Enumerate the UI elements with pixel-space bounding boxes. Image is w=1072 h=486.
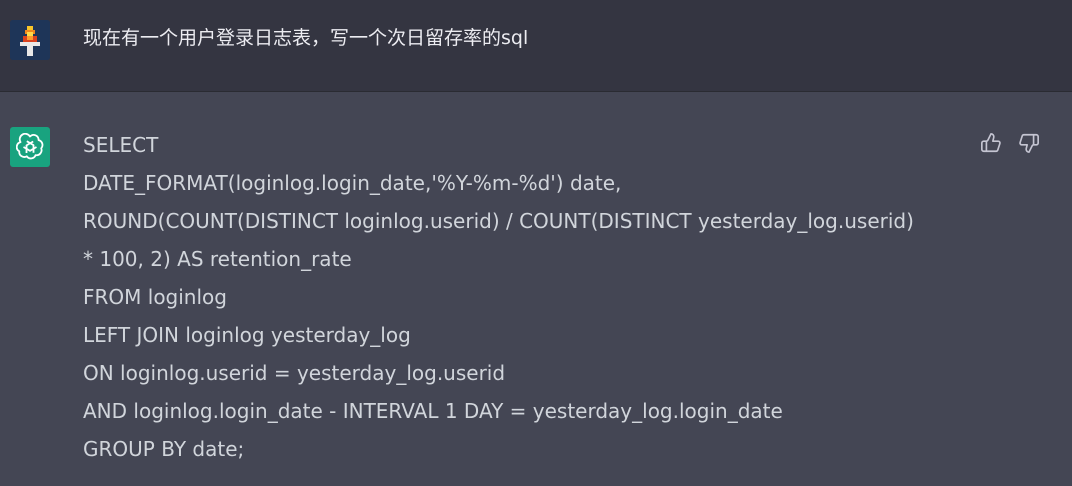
openai-logo-icon: [16, 133, 44, 160]
response-line: FROM loginlog: [83, 285, 227, 309]
response-line: ON loginlog.userid = yesterday_log.useri…: [83, 361, 506, 385]
response-line: LEFT JOIN loginlog yesterday_log: [83, 323, 411, 347]
response-line: SELECT: [83, 133, 159, 157]
user-message-text: 现在有一个用户登录日志表，写一个次日留存率的sql: [83, 27, 529, 49]
thumbs-down-icon: [1019, 133, 1039, 153]
response-line: ROUND(COUNT(DISTINCT loginlog.userid) / …: [83, 209, 914, 233]
assistant-message-row: SELECT DATE_FORMAT(loginlog.login_date,'…: [0, 92, 1072, 486]
response-line: AND loginlog.login_date - INTERVAL 1 DAY…: [83, 399, 783, 423]
assistant-response: SELECT DATE_FORMAT(loginlog.login_date,'…: [83, 126, 914, 468]
response-line: * 100, 2) AS retention_rate: [83, 247, 352, 271]
assistant-avatar: [10, 127, 50, 167]
pixel-art-user-avatar-icon: [10, 20, 50, 60]
response-line: DATE_FORMAT(loginlog.login_date,'%Y-%m-%…: [83, 171, 622, 195]
thumbs-up-button[interactable]: [979, 131, 1003, 155]
user-avatar: [10, 20, 50, 60]
response-line: GROUP BY date;: [83, 437, 245, 461]
user-message-row: 现在有一个用户登录日志表，写一个次日留存率的sql: [0, 0, 1072, 92]
thumbs-down-button[interactable]: [1017, 131, 1041, 155]
thumbs-up-icon: [981, 133, 1001, 153]
